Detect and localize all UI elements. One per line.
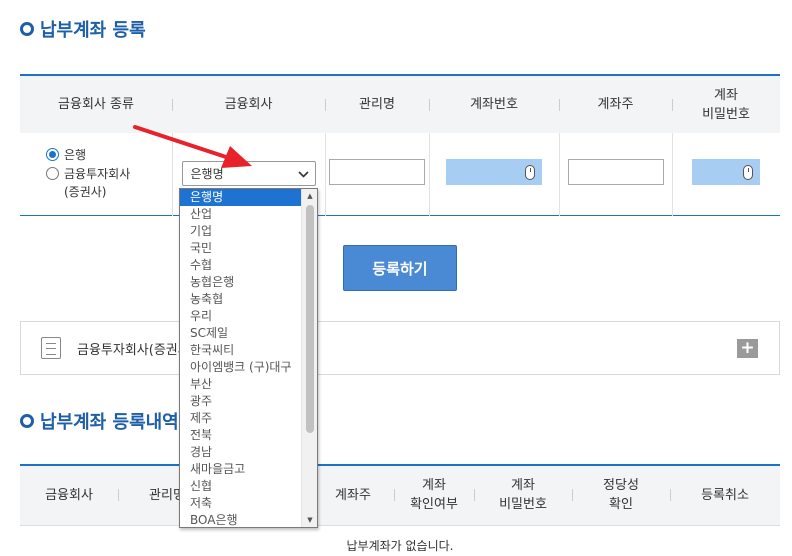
account-holder-input[interactable]: [567, 158, 664, 185]
dropdown-option[interactable]: 산업: [180, 206, 301, 223]
bullet-ring-icon: [20, 414, 34, 428]
section-title-text: 납부계좌 등록: [40, 20, 146, 41]
header-account-number: 계좌번호: [429, 75, 559, 133]
dropdown-options: 은행명 산업 기업 국민 수협 농협은행 농축협 우리 SC제일 한국씨티 아이엠뱅크 (구)대구 부…: [180, 189, 301, 527]
dropdown-option[interactable]: 농축협: [180, 291, 301, 308]
bank-select[interactable]: 은행명: [181, 161, 316, 187]
chevron-down-icon: [297, 167, 309, 181]
account-number-cell: [428, 133, 559, 215]
plus-icon[interactable]: +: [737, 339, 758, 358]
dropdown-option[interactable]: 저축: [180, 495, 301, 512]
dropdown-option[interactable]: 신협: [180, 478, 301, 495]
radio-securities-label-line2: (증권사): [64, 185, 107, 200]
account-password-input[interactable]: [692, 158, 761, 185]
radio-bank-label: 은행: [64, 148, 87, 163]
institution-type-cell: 은행 금융투자회사 (증권사): [20, 133, 172, 215]
dropdown-scrollbar[interactable]: ▲ ▼: [301, 189, 317, 527]
dropdown-option[interactable]: 한국씨티: [180, 342, 301, 359]
mouse-icon: [525, 164, 535, 180]
bullet-ring-icon: [20, 22, 34, 36]
section-title-text: 납부계좌 등록내역: [40, 412, 179, 433]
radio-bank[interactable]: [46, 148, 59, 162]
account-password-cell: [671, 133, 780, 215]
dropdown-option[interactable]: 국민: [180, 240, 301, 257]
dropdown-option[interactable]: 전북: [180, 427, 301, 444]
dropdown-option[interactable]: 새마을금고: [180, 461, 301, 478]
radio-securities-label: 금융투자회사 (증권사): [64, 165, 130, 201]
list-header-account-check: 계좌 확인여부: [394, 465, 474, 526]
bank-select-value: 은행명: [190, 167, 224, 182]
dropdown-option[interactable]: 기업: [180, 223, 301, 240]
empty-message: 납부계좌가 없습니다.: [346, 539, 454, 553]
header-institution-type: 금융회사 종류: [20, 75, 172, 133]
list-header-validity: 정당성 확인: [572, 465, 670, 526]
list-header-cancel: 등록취소: [670, 465, 780, 526]
header-institution: 금융회사: [172, 75, 325, 133]
dropdown-option[interactable]: SC제일: [180, 325, 301, 342]
header-account-holder: 계좌주: [559, 75, 672, 133]
securities-accordion[interactable]: 금융투자회사(증권사) +: [20, 321, 780, 375]
manage-name-input[interactable]: [329, 158, 425, 185]
section-title-register: 납부계좌 등록: [20, 16, 146, 42]
dropdown-option[interactable]: 광주: [180, 393, 301, 410]
dropdown-option[interactable]: 제주: [180, 410, 301, 427]
dropdown-option[interactable]: BOA은행: [180, 512, 301, 527]
manage-name-cell: [324, 133, 429, 215]
radio-securities-label-line1: 금융투자회사: [64, 167, 131, 182]
header-manage-name: 관리명: [325, 75, 429, 133]
dropdown-option[interactable]: 우리: [180, 308, 301, 325]
accordion-label: 금융투자회사(증권사): [77, 342, 195, 358]
scroll-thumb[interactable]: [306, 205, 314, 433]
bank-dropdown-list[interactable]: 은행명 산업 기업 국민 수협 농협은행 농축협 우리 SC제일 한국씨티 아이엠뱅크 (구)대구 부…: [179, 188, 318, 528]
list-header-institution: 금융회사: [20, 465, 118, 526]
dropdown-option[interactable]: 수협: [180, 257, 301, 274]
dropdown-option[interactable]: 아이엠뱅크 (구)대구: [180, 359, 301, 376]
header-account-password: 계좌 비밀번호: [672, 75, 780, 133]
radio-option-securities[interactable]: 금융투자회사 (증권사): [46, 165, 172, 201]
scroll-up-icon[interactable]: ▲: [302, 189, 317, 203]
dropdown-option[interactable]: 은행명: [180, 189, 301, 206]
mouse-icon: [743, 164, 754, 180]
registration-table: 금융회사 종류 금융회사 관리명 계좌번호 계좌주 계좌 비밀번호 은행 금융투…: [20, 74, 780, 216]
document-icon: [41, 337, 61, 359]
list-header-account-holder: 계좌주: [312, 465, 394, 526]
dropdown-option[interactable]: 부산: [180, 376, 301, 393]
scroll-down-icon[interactable]: ▼: [302, 513, 317, 527]
radio-securities[interactable]: [46, 167, 59, 181]
account-holder-cell: [558, 133, 672, 215]
register-button[interactable]: 등록하기: [343, 245, 457, 291]
section-title-history: 납부계좌 등록내역: [20, 408, 179, 434]
account-number-input[interactable]: [446, 158, 542, 185]
dropdown-option[interactable]: 경남: [180, 444, 301, 461]
dropdown-option[interactable]: 농협은행: [180, 274, 301, 291]
radio-option-bank[interactable]: 은행: [46, 146, 172, 164]
registered-accounts-table: 금융회사 관리명 계좌주 계좌 확인여부 계좌 비밀번호 정당성 확인 등록취소: [20, 464, 780, 526]
list-header-account-password: 계좌 비밀번호: [474, 465, 572, 526]
